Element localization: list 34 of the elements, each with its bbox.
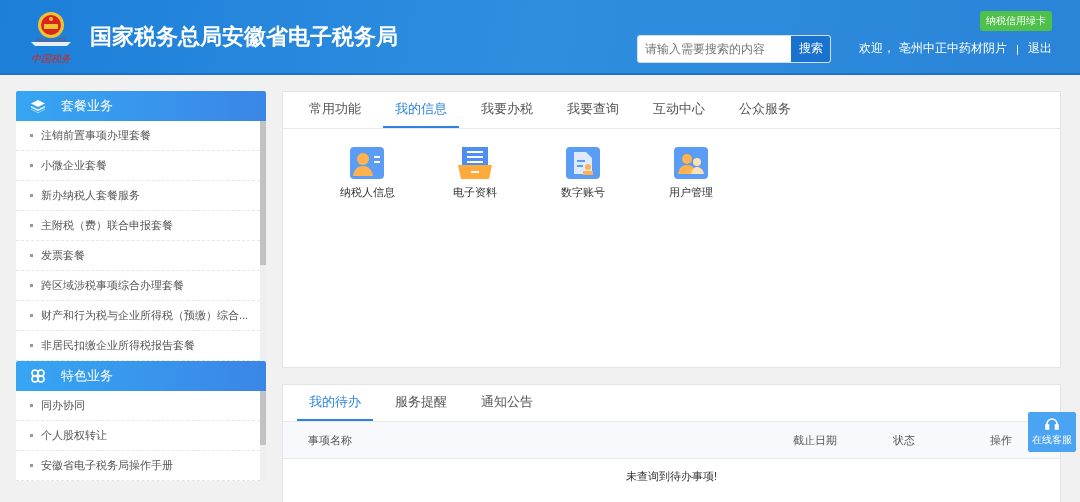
column-header: 操作 — [990, 432, 1012, 448]
tab[interactable]: 公众服务 — [727, 92, 803, 128]
function-label[interactable]: 用户管理 — [669, 185, 713, 200]
search-field[interactable]: 请输入需要搜索的内容 搜索 — [637, 34, 831, 63]
tab[interactable]: 通知公告 — [469, 385, 545, 421]
scrollbar-thumb[interactable] — [260, 121, 266, 265]
tab[interactable]: 服务提醒 — [383, 385, 459, 421]
column-header: 事项名称 — [308, 432, 353, 448]
logo-caption: 中国税务 — [31, 52, 71, 64]
welcome-text: 欢迎， — [859, 41, 895, 56]
scrollbar-thumb[interactable] — [260, 391, 266, 445]
search-button[interactable]: 搜索 — [791, 35, 830, 62]
person-card-icon[interactable] — [350, 147, 384, 179]
tab[interactable]: 常用功能 — [297, 92, 373, 128]
logout-link[interactable]: 退出 — [1028, 41, 1052, 56]
layers-icon — [31, 99, 45, 113]
separator: | — [1016, 42, 1019, 55]
tab[interactable]: 我的信息 — [383, 92, 459, 128]
function-label[interactable]: 数字账号 — [561, 185, 605, 200]
tab[interactable]: 我要查询 — [555, 92, 631, 128]
headset-icon — [1045, 417, 1059, 431]
stamped-document-icon[interactable] — [566, 147, 600, 179]
user-name: 亳州中正中药材阴片 — [899, 41, 1007, 56]
document-tray-icon[interactable] — [458, 147, 492, 179]
column-header: 状态 — [893, 432, 916, 448]
site-title: 国家税务总局安徽省电子税务局 — [90, 22, 398, 51]
tab[interactable]: 我要办税 — [469, 92, 545, 128]
function-label[interactable]: 电子资料 — [453, 185, 497, 200]
column-header: 截止日期 — [793, 432, 838, 448]
tab[interactable]: 互动中心 — [641, 92, 717, 128]
function-label[interactable]: 纳税人信息 — [339, 185, 395, 200]
clover-icon — [31, 369, 45, 383]
users-icon[interactable] — [674, 147, 708, 179]
empty-message: 未查询到待办事项! — [624, 469, 719, 484]
